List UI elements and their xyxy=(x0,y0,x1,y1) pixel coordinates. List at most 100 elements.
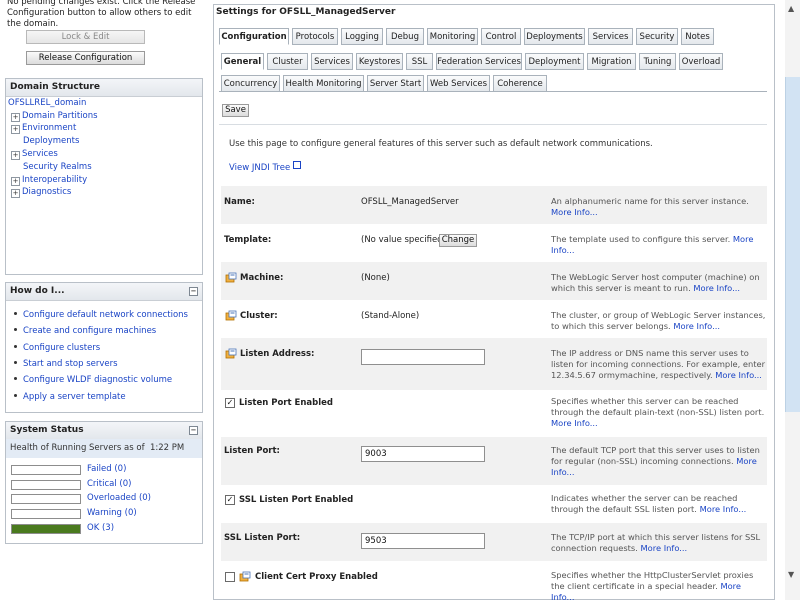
ssl-listen-port-input[interactable]: 9503 xyxy=(361,533,485,549)
listen-address-input[interactable] xyxy=(361,349,485,365)
subtab-deployment[interactable]: Deployment xyxy=(525,53,584,70)
template-help: The template used to configure this serv… xyxy=(551,234,754,255)
expand-icon[interactable]: + xyxy=(11,125,20,134)
client-cert-proxy-checkbox[interactable] xyxy=(225,572,235,582)
expand-icon[interactable]: + xyxy=(11,113,20,122)
tree-item-services[interactable]: + Services xyxy=(11,148,58,161)
tab-security[interactable]: Security xyxy=(636,28,678,45)
howdo-link[interactable]: Apply a server template xyxy=(14,392,126,402)
more-info-link[interactable]: More Info... xyxy=(641,543,688,553)
tree-item-diagnostics[interactable]: + Diagnostics xyxy=(11,186,71,199)
domain-root-link[interactable]: OFSLLREL_domain xyxy=(8,97,86,110)
configurable-attribute-icon xyxy=(239,571,251,582)
bullet-icon xyxy=(14,312,17,315)
configurable-attribute-icon xyxy=(225,310,237,321)
scroll-down-icon[interactable]: ▼ xyxy=(788,570,794,579)
more-info-link[interactable]: More Info... xyxy=(715,370,762,380)
subtab-ssl[interactable]: SSL xyxy=(406,53,433,70)
howdo-link[interactable]: Configure WLDF diagnostic volume xyxy=(14,375,172,385)
expand-icon[interactable]: + xyxy=(11,151,20,160)
bullet-icon xyxy=(14,328,17,331)
howdo-link[interactable]: Configure default network connections xyxy=(14,310,188,320)
subtab-concurrency[interactable]: Concurrency xyxy=(221,75,280,92)
tab-debug[interactable]: Debug xyxy=(386,28,424,45)
collapse-icon[interactable]: − xyxy=(189,426,198,435)
more-info-link[interactable]: More Info... xyxy=(551,207,598,217)
change-center-message: No pending changes exist. Click the Rele… xyxy=(7,0,196,26)
external-link-icon xyxy=(292,161,301,169)
subtab-keystores[interactable]: Keystores xyxy=(356,53,403,70)
collapse-icon[interactable]: − xyxy=(189,287,198,296)
health-bar-overloaded xyxy=(11,494,81,504)
view-jndi-tree-link[interactable]: View JNDI Tree xyxy=(229,161,301,173)
howdo-link[interactable]: Start and stop servers xyxy=(14,359,118,369)
how-do-i-title: How do I... − xyxy=(6,283,202,301)
howdo-link[interactable]: Configure clusters xyxy=(14,343,100,353)
subtab-server-start[interactable]: Server Start xyxy=(367,75,424,92)
ssl-listen-port-enabled-checkbox[interactable]: ✓ xyxy=(225,495,235,505)
tab-deployments[interactable]: Deployments xyxy=(524,28,585,45)
cluster-label: Cluster: xyxy=(240,311,278,321)
tree-item-interoperability[interactable]: + Interoperability xyxy=(11,174,87,187)
tab-protocols[interactable]: Protocols xyxy=(292,28,338,45)
subtab-overload[interactable]: Overload xyxy=(679,53,723,70)
tab-monitoring[interactable]: Monitoring xyxy=(427,28,478,45)
more-info-link[interactable]: More Info... xyxy=(551,418,598,428)
lock-edit-button[interactable]: Lock & Edit xyxy=(26,30,145,44)
subtab-services[interactable]: Services xyxy=(311,53,353,70)
health-link-warning[interactable]: Warning (0) xyxy=(87,508,137,518)
release-configuration-button[interactable]: Release Configuration xyxy=(26,51,145,65)
tree-item-environment[interactable]: + Environment xyxy=(11,122,76,135)
expand-icon[interactable]: + xyxy=(11,189,20,198)
intro-text: Use this page to configure general featu… xyxy=(229,139,653,149)
tab-services[interactable]: Services xyxy=(588,28,633,45)
tree-item-domain-partitions[interactable]: + Domain Partitions xyxy=(11,110,98,123)
subtab-tuning[interactable]: Tuning xyxy=(639,53,676,70)
divider xyxy=(219,124,767,125)
tab-control[interactable]: Control xyxy=(481,28,521,45)
configurable-attribute-icon xyxy=(225,348,237,359)
health-heading: Health of Running Servers as of 1:22 PM xyxy=(6,439,202,458)
subtab-cluster[interactable]: Cluster xyxy=(267,53,308,70)
subtab-general[interactable]: General xyxy=(221,53,264,70)
subtab-health-monitoring[interactable]: Health Monitoring xyxy=(283,75,364,92)
save-button[interactable]: Save xyxy=(222,104,249,117)
subtab-federation-services[interactable]: Federation Services xyxy=(436,53,522,70)
health-link-failed[interactable]: Failed (0) xyxy=(87,464,126,474)
machine-label: Machine: xyxy=(240,273,284,283)
cluster-help: The cluster, or group of WebLogic Server… xyxy=(551,310,766,331)
domain-root-label[interactable]: OFSLLREL_domain xyxy=(8,98,86,108)
template-label: Template: xyxy=(224,235,272,245)
ssl-listen-port-help: The TCP/IP port at which this server lis… xyxy=(551,532,761,553)
listen-port-input[interactable]: 9003 xyxy=(361,446,485,462)
template-value: (No value specified) xyxy=(361,235,446,245)
name-help: An alphanumeric name for this server ins… xyxy=(551,196,749,217)
tab-configuration[interactable]: Configuration xyxy=(219,28,289,45)
health-link-overloaded[interactable]: Overloaded (0) xyxy=(87,493,151,503)
health-link-ok[interactable]: OK (3) xyxy=(87,523,114,533)
subtab-migration[interactable]: Migration xyxy=(587,53,636,70)
page-title: Settings for OFSLL_ManagedServer xyxy=(216,7,396,17)
listen-port-help: The default TCP port that this server us… xyxy=(551,445,760,477)
subtab-web-services[interactable]: Web Services xyxy=(427,75,490,92)
expand-icon[interactable]: + xyxy=(11,177,20,186)
scrollbar-thumb[interactable] xyxy=(785,77,800,412)
tab-logging[interactable]: Logging xyxy=(341,28,383,45)
listen-address-help: The IP address or DNS name this server u… xyxy=(551,348,766,380)
health-bar-warning xyxy=(11,509,81,519)
scroll-up-icon[interactable]: ▲ xyxy=(788,4,794,13)
subtab-coherence[interactable]: Coherence xyxy=(493,75,547,92)
tree-item-deployments[interactable]: Deployments xyxy=(23,135,79,148)
more-info-link[interactable]: More Info... xyxy=(693,283,740,293)
more-info-link[interactable]: More Info... xyxy=(673,321,720,331)
bullet-icon xyxy=(14,377,17,380)
tree-item-security-realms[interactable]: Security Realms xyxy=(23,161,92,174)
health-bar-fill xyxy=(12,525,80,533)
more-info-link[interactable]: More Info... xyxy=(700,504,747,514)
tab-notes[interactable]: Notes xyxy=(681,28,714,45)
health-link-critical[interactable]: Critical (0) xyxy=(87,479,131,489)
health-bar-critical xyxy=(11,480,81,490)
howdo-link[interactable]: Create and configure machines xyxy=(14,326,156,336)
change-template-button[interactable]: Change xyxy=(439,234,477,247)
listen-port-enabled-checkbox[interactable]: ✓ xyxy=(225,398,235,408)
